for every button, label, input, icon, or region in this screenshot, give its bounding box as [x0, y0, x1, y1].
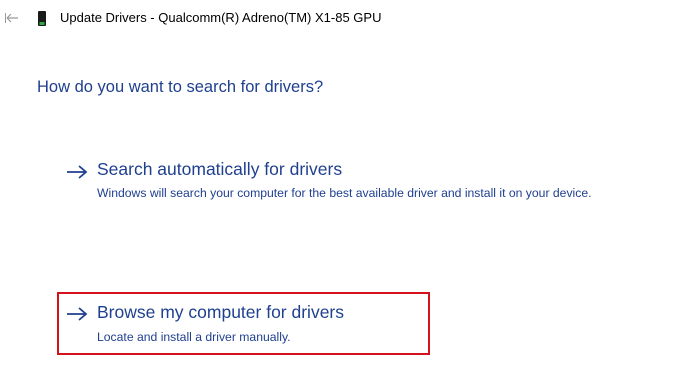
back-arrow-icon	[5, 13, 18, 23]
highlight-box	[57, 292, 430, 355]
option-title: Search automatically for drivers	[97, 159, 343, 179]
back-button[interactable]	[4, 10, 20, 26]
right-arrow-icon	[67, 165, 88, 179]
page-heading: How do you want to search for drivers?	[37, 78, 324, 96]
gpu-device-icon	[38, 11, 46, 26]
option-description: Windows will search your computer for th…	[97, 186, 592, 200]
window-titlebar: Update Drivers - Qualcomm(R) Adreno(TM) …	[0, 0, 695, 36]
window-title: Update Drivers - Qualcomm(R) Adreno(TM) …	[60, 10, 382, 25]
